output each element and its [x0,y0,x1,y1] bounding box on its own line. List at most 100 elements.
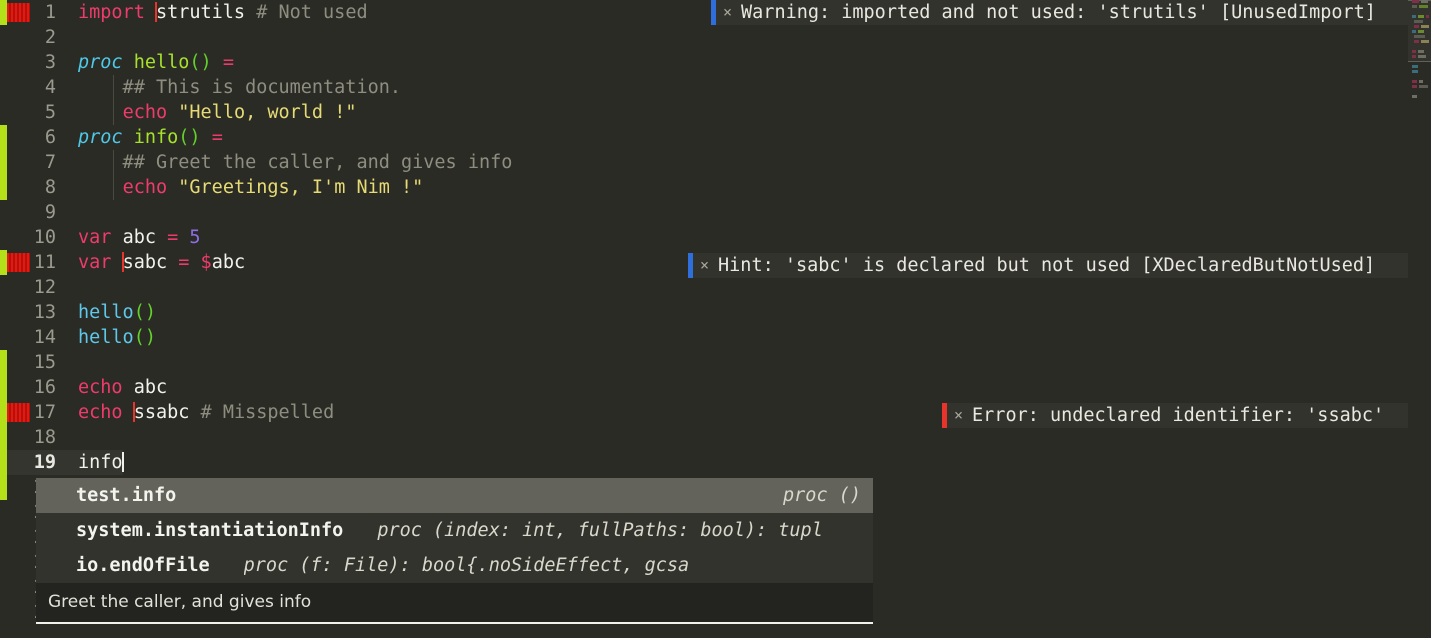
minimap-line [1408,0,1431,4]
minimap-line [1408,40,1431,44]
editor-line[interactable]: 18 [0,425,1431,450]
line-number: 13 [33,302,56,323]
editor-line[interactable]: 19 info [0,450,1431,475]
minimap-line [1408,30,1431,34]
line-number: 9 [44,202,56,223]
line-content[interactable]: var abc = 5 [70,225,201,250]
line-content[interactable] [70,200,78,225]
line-content[interactable]: ## Greet the caller, and gives info [70,150,513,175]
diagnostic-hint[interactable]: × Hint: 'sabc' is declared but not used [… [688,253,1414,278]
editor-line[interactable]: 7 ## Greet the caller, and gives info [0,150,1431,175]
code-token: () [178,127,201,148]
editor-line[interactable]: 6 proc info() = [0,125,1431,150]
editor-line[interactable]: 2 [0,25,1431,50]
editor-line[interactable]: 3 proc hello() = [0,50,1431,75]
code-token: info [78,452,123,473]
minimap-token [1418,30,1424,33]
minimap-line [1408,35,1431,39]
line-number: 4 [44,77,56,98]
code-token: ## This is documentation. [78,77,402,98]
minimap-token [1412,5,1417,8]
editor-line[interactable]: 13 hello() [0,300,1431,325]
minimap-token [1419,85,1428,88]
line-content[interactable]: echo abc [70,375,167,400]
line-content[interactable]: proc hello() = [70,50,234,75]
line-content[interactable]: echo "Greetings, I'm Nim !" [70,175,424,200]
code-editor-window: 1 import strutils # Not used 2 3 proc hello(… [0,0,1431,638]
editor-line[interactable]: 4 ## This is documentation. [0,75,1431,100]
line-number: 6 [44,127,56,148]
editor-line[interactable]: 14 hello() [0,325,1431,350]
editor-line[interactable]: 5 echo "Hello, world !" [0,100,1431,125]
minimap-token [1419,5,1428,8]
code-token: $ [200,252,212,273]
line-content[interactable] [70,275,78,300]
line-content[interactable]: echo "Hello, world !" [70,100,357,125]
close-icon[interactable]: × [954,403,963,428]
close-icon[interactable]: × [700,253,709,278]
code-token: ssabc [133,402,190,423]
autocomplete-item[interactable]: test.info proc () [36,478,873,513]
code-token: echo [78,402,123,423]
diagnostic-warning[interactable]: × Warning: imported and not used: 'struti… [711,0,1431,25]
line-content[interactable]: echo ssabc # Misspelled [70,400,334,425]
autocomplete-popup[interactable]: test.info proc () system.instantiationInfo… [36,478,873,583]
editor-line[interactable]: 10 var abc = 5 [0,225,1431,250]
close-icon[interactable]: × [723,0,732,25]
minimap-line [1408,10,1431,14]
line-content[interactable]: hello() [70,325,156,350]
diagnostic-message: Warning: imported and not used: 'strutil… [741,2,1376,23]
minimap[interactable] [1408,0,1431,638]
line-number: 10 [33,227,56,248]
line-number: 2 [44,27,56,48]
minimap-line [1408,50,1431,54]
line-content[interactable]: proc info() = [70,125,223,150]
editor-line[interactable]: 8 echo "Greetings, I'm Nim !" [0,175,1431,200]
line-content[interactable] [70,25,78,50]
minimap-token [1414,35,1425,38]
diagnostic-accent-bar [711,0,716,25]
autocomplete-item[interactable]: io.endOfFile proc (f: File): bool{.noSide… [36,548,873,583]
autocomplete-item[interactable]: system.instantiationInfo proc (index: int… [36,513,873,548]
line-content[interactable] [70,425,78,450]
code-token: = [211,127,223,148]
minimap-token [1414,40,1419,43]
diagnostic-error[interactable]: × Error: undeclared identifier: 'ssabc' [942,403,1415,428]
autocomplete-item-label: system.instantiationInfo [76,520,344,541]
line-content[interactable]: import strutils # Not used [70,0,368,25]
editor-line[interactable]: 16 echo abc [0,375,1431,400]
line-content[interactable]: hello() [70,300,156,325]
line-content[interactable]: var sabc = $abc [70,250,245,275]
line-content[interactable]: info [70,450,124,475]
autocomplete-item-signature: proc () [783,485,861,506]
code-token: () [133,327,156,348]
minimap-token [1412,65,1418,68]
editor-line[interactable]: 12 [0,275,1431,300]
autocomplete-item-label: io.endOfFile [76,555,210,576]
code-token: sabc [122,252,168,273]
diagnostic-accent-bar [688,253,693,278]
line-content[interactable] [70,350,78,375]
minimap-token [1412,30,1416,33]
line-content[interactable]: ## This is documentation. [70,75,401,100]
code-token: hello [133,52,190,73]
autocomplete-documentation: Greet the caller, and gives info [36,583,873,622]
editor-line[interactable]: 9 [0,200,1431,225]
editor-line[interactable]: 15 [0,350,1431,375]
minimap-token [1426,15,1429,18]
line-number: 19 [33,452,56,473]
code-token: "Hello, world !" [178,102,357,123]
minimap-token [1412,70,1418,73]
code-token: abc [211,252,246,273]
line-number: 12 [33,277,56,298]
